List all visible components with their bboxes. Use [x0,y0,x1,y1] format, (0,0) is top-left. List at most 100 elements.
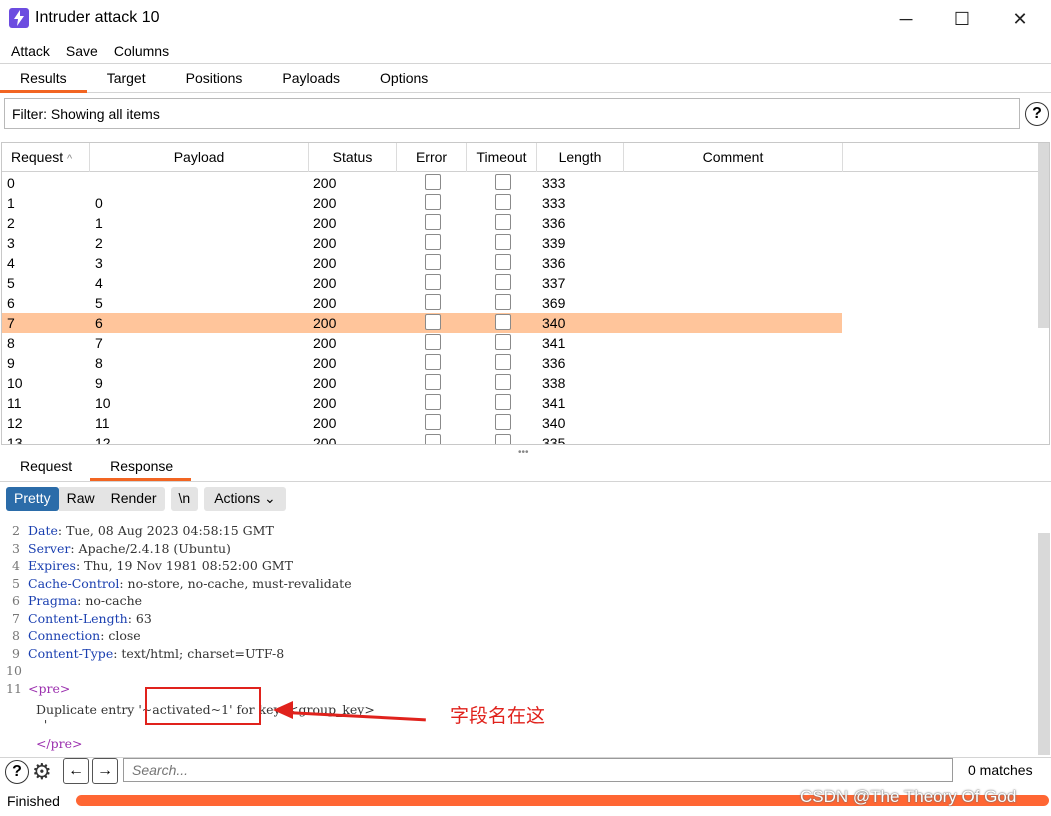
maximize-button[interactable]: ☐ [934,0,990,38]
timeout-checkbox[interactable] [495,354,511,370]
table-scrollbar[interactable] [1038,143,1049,328]
timeout-checkbox[interactable] [495,294,511,310]
tab-request[interactable]: Request [0,452,90,481]
cell-status: 200 [313,435,337,445]
table-row[interactable]: 8 7 200 341 [2,333,1038,353]
header-name: Content-Length [28,610,128,626]
col-request[interactable]: Request ^ [2,143,90,172]
timeout-checkbox[interactable] [495,334,511,350]
table-row[interactable]: 1 0 200 333 [2,193,1038,213]
row-background [2,173,842,193]
table-row[interactable]: 6 5 200 369 [2,293,1038,313]
timeout-checkbox[interactable] [495,374,511,390]
previous-match-button[interactable]: ← [63,758,89,784]
header-name: Pragma [28,593,78,608]
col-error[interactable]: Error [397,143,467,172]
timeout-checkbox[interactable] [495,194,511,210]
menu-attack[interactable]: Attack [11,43,50,59]
table-row[interactable]: 10 9 200 338 [2,373,1038,393]
menu-columns[interactable]: Columns [114,43,169,59]
error-checkbox[interactable] [425,214,441,230]
annotation-arrow-icon [273,701,293,719]
error-checkbox[interactable] [425,394,441,410]
close-button[interactable]: ✕ [992,0,1048,38]
error-checkbox[interactable] [425,274,441,290]
search-input[interactable] [123,758,953,782]
cell-length: 341 [542,395,566,411]
tab-payloads[interactable]: Payloads [262,64,360,93]
actions-button[interactable]: Actions ⌄ [204,487,286,511]
error-checkbox[interactable] [425,174,441,190]
timeout-checkbox[interactable] [495,274,511,290]
pretty-button[interactable]: Pretty [6,487,59,511]
help-icon[interactable]: ? [1025,102,1049,126]
raw-button[interactable]: Raw [58,487,103,511]
table-row[interactable]: 4 3 200 336 [2,253,1038,273]
col-status[interactable]: Status [309,143,397,172]
tab-positions[interactable]: Positions [166,64,263,93]
table-row[interactable]: 7 6 200 340 [2,313,1038,333]
table-row[interactable]: 9 8 200 336 [2,353,1038,373]
timeout-checkbox[interactable] [495,174,511,190]
table-row[interactable]: 12 11 200 340 [2,413,1038,433]
gear-icon[interactable]: ⚙ [32,759,52,785]
error-checkbox[interactable] [425,414,441,430]
cell-request: 7 [7,315,15,331]
menu-save[interactable]: Save [66,43,98,59]
row-background [2,373,842,393]
error-checkbox[interactable] [425,194,441,210]
help-icon[interactable]: ? [5,760,29,784]
match-count: 0 matches [968,762,1033,778]
response-close-tag: </pre> [28,736,83,751]
tab-response[interactable]: Response [90,452,192,481]
table-row[interactable]: 0 200 333 [2,173,1038,193]
timeout-checkbox[interactable] [495,314,511,330]
next-match-button[interactable]: → [92,758,118,784]
cell-status: 200 [313,215,337,231]
tab-target[interactable]: Target [87,64,166,93]
error-checkbox[interactable] [425,294,441,310]
timeout-checkbox[interactable] [495,394,511,410]
minimize-button[interactable]: ─ [878,0,934,38]
response-scrollbar[interactable] [1038,533,1050,755]
newline-toggle-button[interactable]: \n [170,487,199,511]
error-checkbox[interactable] [425,334,441,350]
error-checkbox[interactable] [425,374,441,390]
error-checkbox[interactable] [425,254,441,270]
code-line: Connection: close [28,628,141,643]
cell-status: 200 [313,355,337,371]
cell-length: 333 [542,195,566,211]
cell-length: 335 [542,435,566,445]
cell-payload: 0 [95,195,103,211]
cell-length: 336 [542,215,566,231]
cell-status: 200 [313,175,337,191]
row-background [2,233,842,253]
col-timeout[interactable]: Timeout [467,143,537,172]
error-checkbox[interactable] [425,434,441,444]
col-payload[interactable]: Payload [90,143,309,172]
tab-results[interactable]: Results [0,64,87,93]
timeout-checkbox[interactable] [495,234,511,250]
menu-bar: Attack Save Columns [0,38,1051,63]
filter-bar[interactable]: Filter: Showing all items [4,98,1020,129]
table-row[interactable]: 13 12 200 335 [2,433,1038,445]
header-value: <pre> [28,680,71,696]
table-row[interactable]: 3 2 200 339 [2,233,1038,253]
table-row[interactable]: 11 10 200 341 [2,393,1038,413]
error-checkbox[interactable] [425,234,441,250]
timeout-checkbox[interactable] [495,434,511,444]
header-name: Connection [28,628,101,643]
timeout-checkbox[interactable] [495,414,511,430]
table-row[interactable]: 5 4 200 337 [2,273,1038,293]
error-checkbox[interactable] [425,314,441,330]
col-length[interactable]: Length [537,143,624,172]
line-number: 6 [12,593,20,608]
render-button[interactable]: Render [102,487,165,511]
col-comment[interactable]: Comment [624,143,843,172]
timeout-checkbox[interactable] [495,214,511,230]
cell-length: 337 [542,275,566,291]
tab-options[interactable]: Options [360,64,448,93]
table-row[interactable]: 2 1 200 336 [2,213,1038,233]
error-checkbox[interactable] [425,354,441,370]
timeout-checkbox[interactable] [495,254,511,270]
